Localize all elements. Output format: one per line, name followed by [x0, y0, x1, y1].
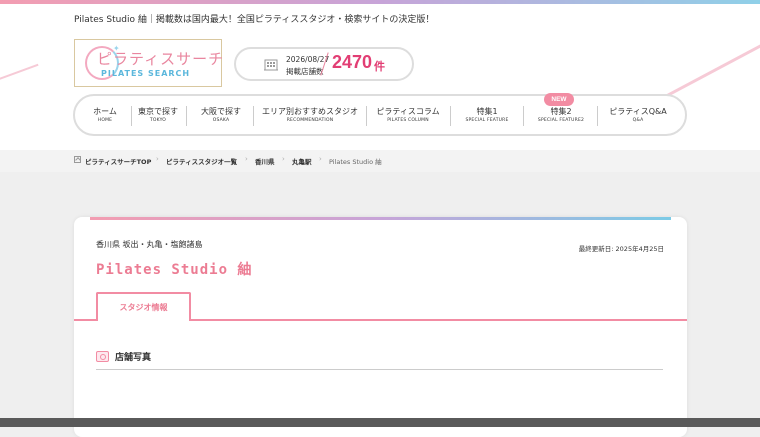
nav-item-feature1[interactable]: 特集1 SPECIAL FEATURE — [452, 96, 522, 134]
decorative-stripe — [657, 33, 760, 102]
nav-divider — [523, 106, 524, 126]
decorative-stripe — [0, 63, 39, 87]
nav-item-qa[interactable]: ピラティスQ&A Q&A — [599, 96, 677, 134]
store-count-unit: 件 — [374, 60, 385, 73]
chevron-right-icon: › — [156, 155, 159, 163]
home-icon — [74, 156, 81, 163]
tab-studio-info[interactable]: スタジオ情報 — [96, 292, 191, 321]
nav-item-column[interactable]: ピラティスコラム PILATES COLUMN — [368, 96, 448, 134]
global-nav: ホーム HOME 東京で探す TOKYO 大阪で探す OSAKA エリア別おすす… — [73, 94, 687, 136]
tab-label: スタジオ情報 — [119, 303, 168, 312]
site-logo[interactable]: ✦ ピラティスサーチ PILATES SEARCH — [74, 39, 225, 87]
last-updated: 最終更新日: 2025年4月25日 — [578, 245, 664, 253]
breadcrumb-item-list[interactable]: ピラティススタジオ一覧 — [166, 156, 237, 166]
nav-divider — [450, 106, 451, 126]
count-label: 掲載店舗数 — [286, 67, 324, 76]
studio-card: 香川県 坂出・丸亀・塩飽諸島 最終更新日: 2025年4月25日 Pilates… — [74, 217, 687, 437]
nav-divider — [253, 106, 254, 126]
nav-divider — [131, 106, 132, 126]
bottom-bar — [0, 418, 760, 427]
breadcrumb-item-prefecture[interactable]: 香川県 — [255, 156, 275, 166]
nav-divider — [186, 106, 187, 126]
site-tagline: Pilates Studio 紬｜掲載数は国内最大！全国ピラティススタジオ・検索… — [74, 15, 435, 25]
studio-name: Pilates Studio 紬 — [96, 262, 253, 278]
studio-location: 香川県 坂出・丸亀・塩飽諸島 — [96, 240, 203, 249]
chevron-right-icon: › — [282, 155, 285, 163]
logo-text: ピラティスサーチ — [97, 50, 225, 68]
camera-icon — [96, 351, 109, 362]
breadcrumb-item-current: Pilates Studio 紬 — [329, 158, 382, 166]
nav-divider — [366, 106, 367, 126]
building-icon — [264, 59, 278, 71]
store-count-box: 2026/08/27 掲載店舗数 2470 件 — [234, 47, 414, 81]
count-date: 2026/08/27 — [286, 55, 330, 64]
section-divider — [96, 369, 663, 370]
card-gradient-bar — [90, 217, 671, 220]
breadcrumb-item-top[interactable]: ピラティスサーチTOP — [85, 156, 151, 166]
chevron-right-icon: › — [245, 155, 248, 163]
nav-item-osaka[interactable]: 大阪で探す OSAKA — [188, 96, 254, 134]
nav-item-home[interactable]: ホーム HOME — [81, 96, 129, 134]
store-count-value: 2470 — [332, 52, 373, 72]
logo-subtext: PILATES SEARCH — [101, 69, 191, 78]
nav-divider — [597, 106, 598, 126]
nav-item-tokyo[interactable]: 東京で探す TOKYO — [133, 96, 183, 134]
breadcrumb-item-station[interactable]: 丸亀駅 — [292, 156, 312, 166]
new-badge: NEW — [544, 93, 574, 106]
chevron-right-icon: › — [319, 155, 322, 163]
section-title-photos: 店舗写真 — [115, 353, 152, 363]
nav-item-recommendation[interactable]: エリア別おすすめスタジオ RECOMMENDATION — [255, 96, 365, 134]
